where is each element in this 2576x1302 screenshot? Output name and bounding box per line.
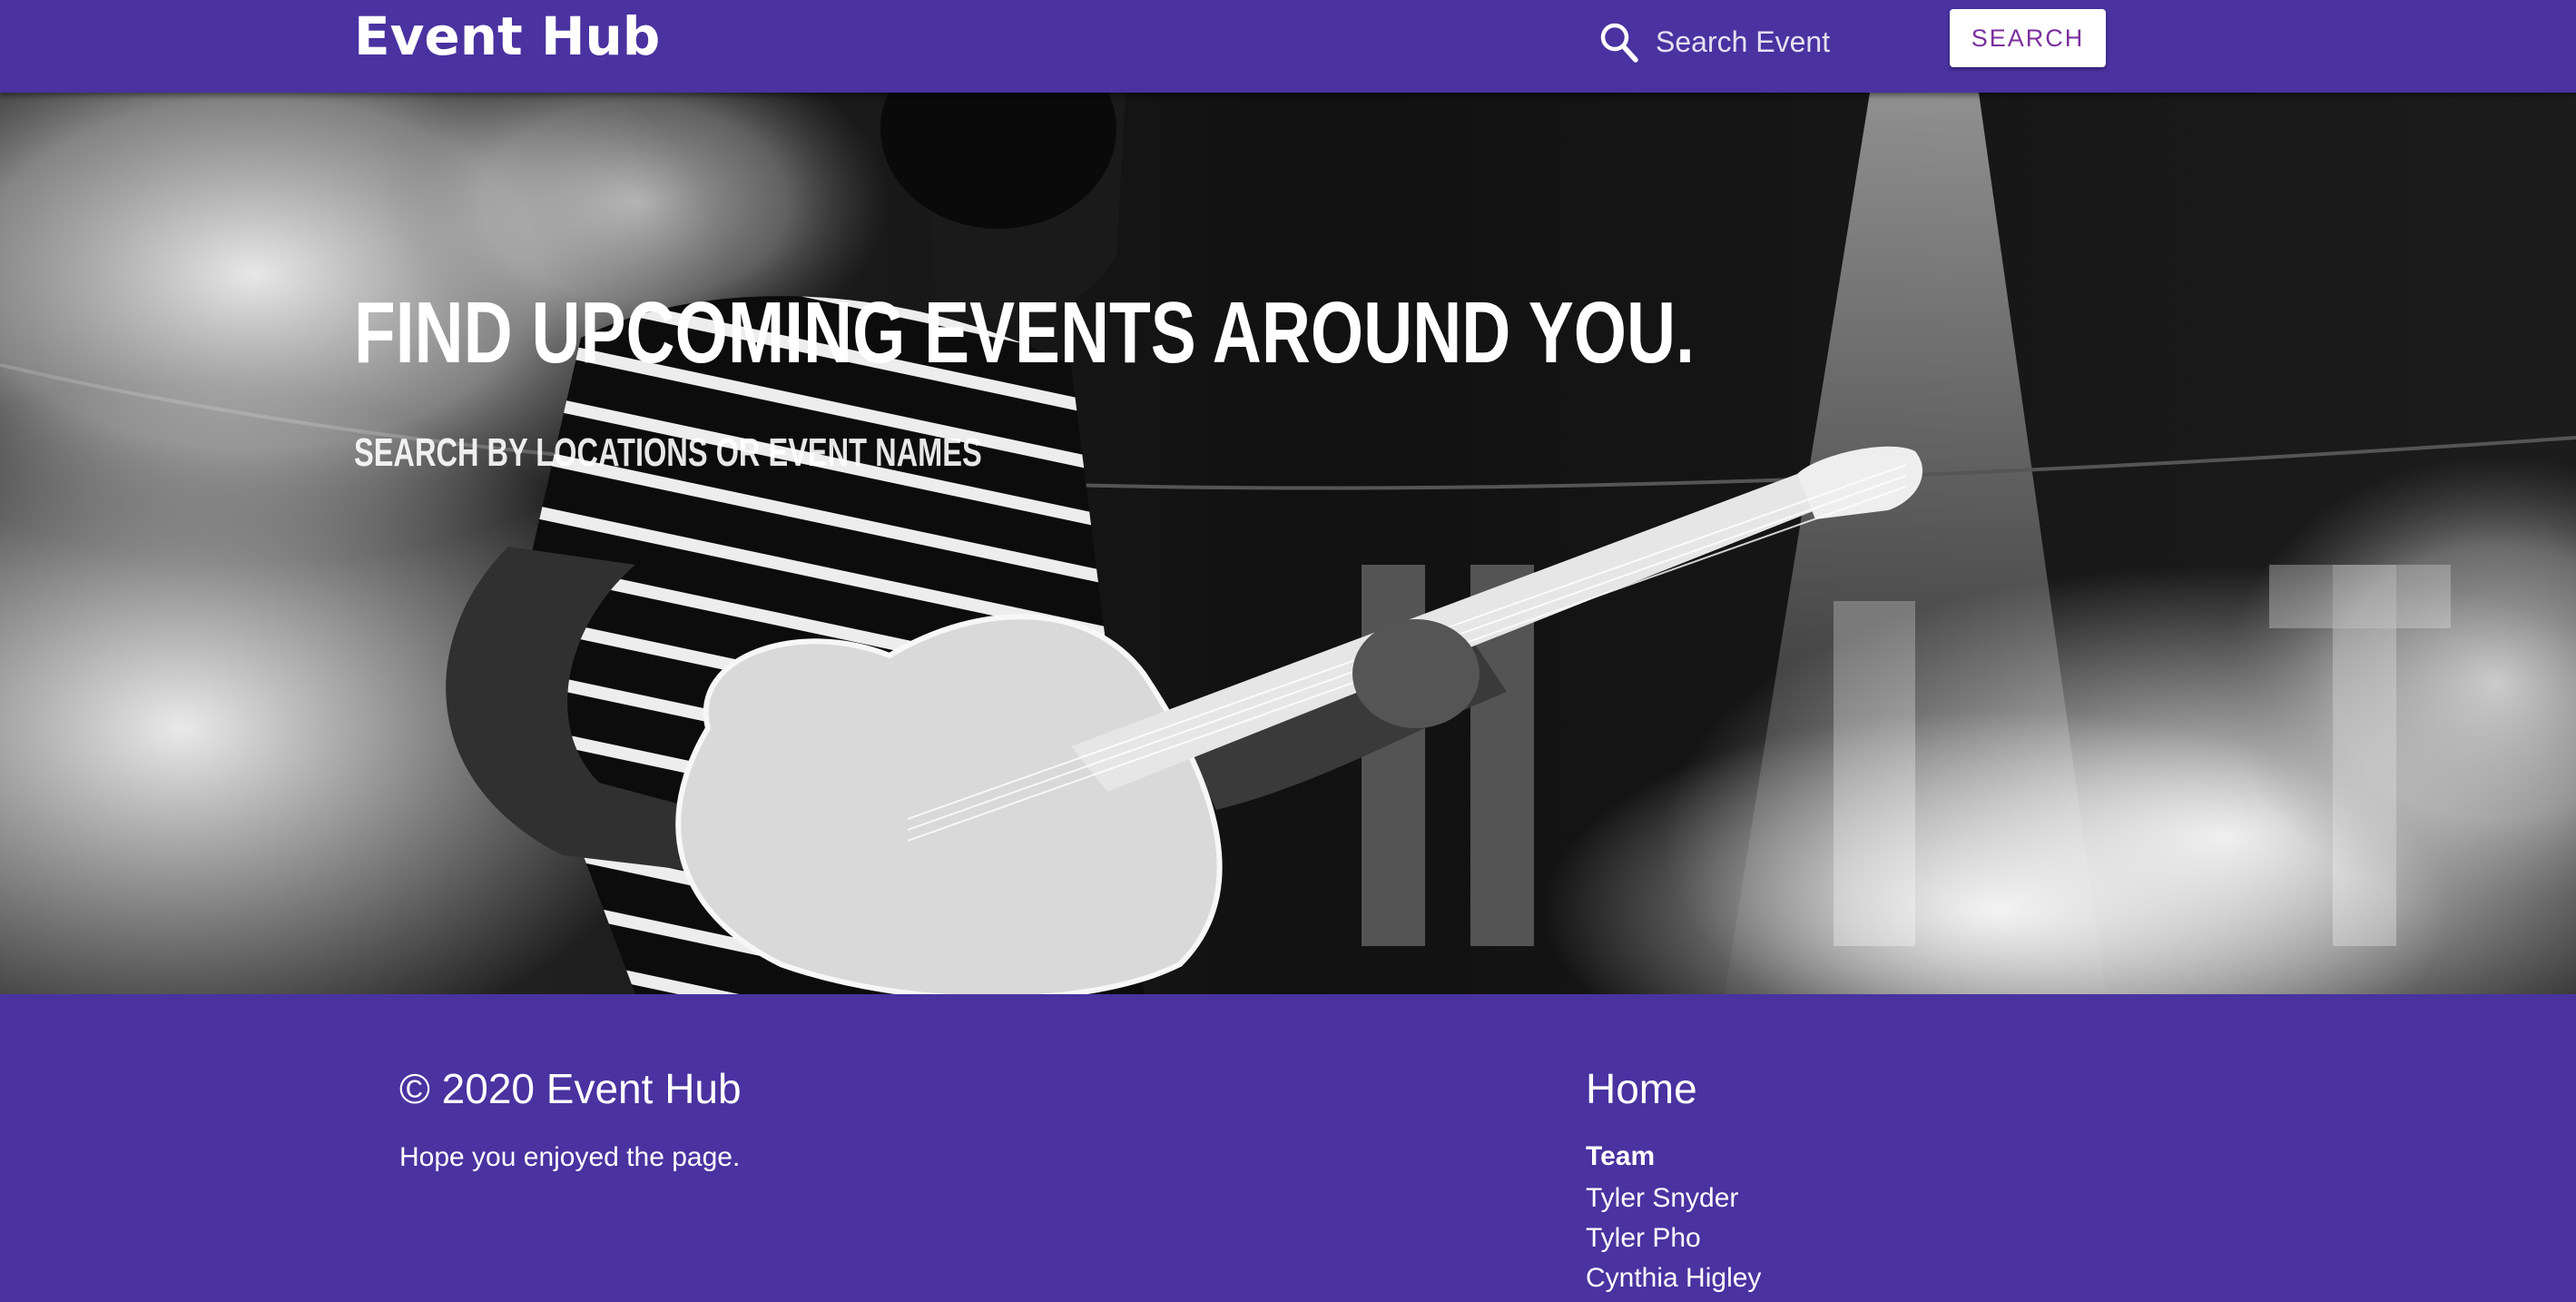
team-list: Tyler Snyder Tyler Pho Cynthia Higley <box>1586 1179 1761 1298</box>
footer-team-heading: Team <box>1586 1141 1656 1171</box>
brand-logo[interactable]: Event Hub <box>354 0 660 73</box>
search-icon <box>1600 23 1638 63</box>
search-bar <box>1598 13 1933 71</box>
footer-copyright: © 2020 Event Hub <box>399 1065 742 1112</box>
hero-concert-photo <box>0 93 2576 994</box>
footer-home-link[interactable]: Home <box>1586 1063 1697 1114</box>
hero-title: FIND UPCOMING EVENTS AROUND YOU. <box>354 284 1695 381</box>
team-member: Tyler Snyder <box>1586 1183 1739 1213</box>
footer-tagline: Hope you enjoyed the page. <box>399 1142 741 1172</box>
footer: © 2020 Event Hub Hope you enjoyed the pa… <box>0 994 2576 1302</box>
search-input[interactable] <box>1656 16 1928 67</box>
team-member: Tyler Pho <box>1586 1223 1701 1253</box>
hero-subtitle: SEARCH BY LOCATIONS OR EVENT NAMES <box>354 430 982 475</box>
search-button[interactable]: SEARCH <box>1950 9 2106 67</box>
hero-banner: FIND UPCOMING EVENTS AROUND YOU. SEARCH … <box>0 93 2576 994</box>
navbar: Event Hub SEARCH <box>0 0 2576 93</box>
team-member: Cynthia Higley <box>1586 1263 1762 1293</box>
